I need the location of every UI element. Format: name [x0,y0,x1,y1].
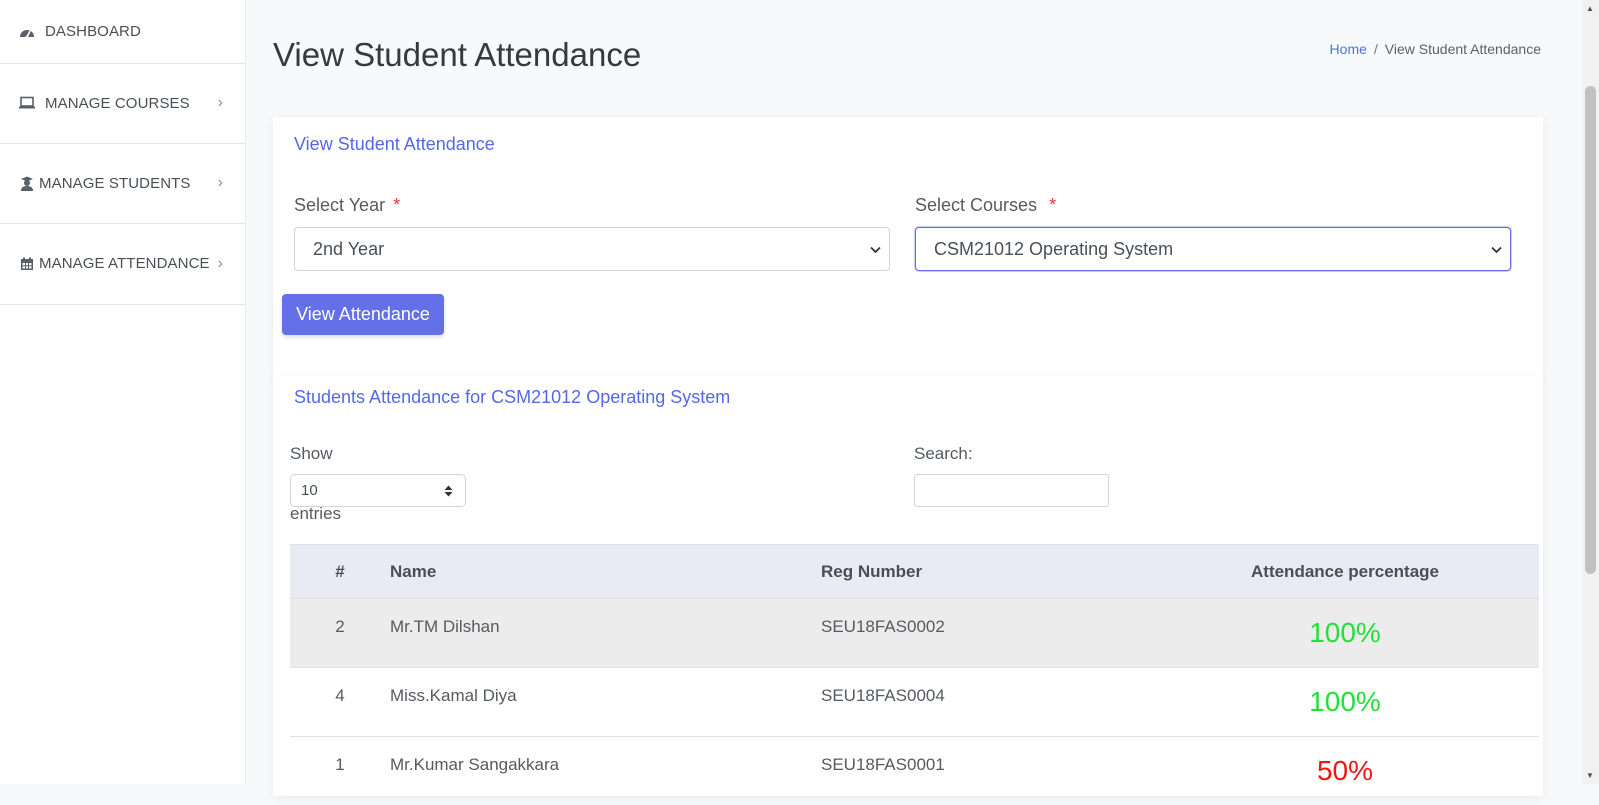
sidebar-item-label: MANAGE STUDENTS [39,175,191,192]
sidebar-item-label: DASHBOARD [45,23,141,40]
select-courses-value: CSM21012 Operating System [934,239,1173,260]
select-courses-dropdown[interactable]: CSM21012 Operating System [915,227,1511,271]
student-icon [18,175,36,191]
row-pct-cell: 100% [1151,599,1539,668]
sidebar-item-label: MANAGE ATTENDANCE [39,255,210,272]
entries-label: entries [290,504,341,524]
row-name-cell: Mr.Kumar Sangakkara [390,737,821,805]
chevron-right-icon: › [218,94,223,112]
scroll-up-icon[interactable]: ▲ [1586,4,1594,13]
show-label: Show [290,444,333,464]
row-name-cell: Miss.Kamal Diya [390,668,821,737]
row-reg: SEU18FAS0002 [821,599,1151,667]
select-year-label: Select Year * [294,195,400,216]
sort-updown-icon [444,485,453,497]
row-name: Miss.Kamal Diya [390,668,821,736]
row-pct-cell: 100% [1151,668,1539,737]
sidebar-item-dashboard[interactable]: DASHBOARD [0,0,245,64]
view-attendance-button[interactable]: View Attendance [282,294,444,335]
scroll-down-icon[interactable]: ▼ [1586,771,1594,780]
search-label: Search: [914,444,973,464]
row-reg-cell: SEU18FAS0004 [821,668,1151,737]
select-courses-label: Select Courses * [915,195,1056,216]
chevron-down-icon [870,242,881,257]
row-reg-cell: SEU18FAS0001 [821,737,1151,805]
sidebar: DASHBOARD MANAGE COURSES › MANAGE STUDEN… [0,0,246,784]
chevron-right-icon: › [218,255,223,273]
row-num-cell: 1 [290,737,390,805]
sidebar-item-label: MANAGE COURSES [45,95,190,112]
sidebar-item-manage-courses[interactable]: MANAGE COURSES › [0,63,245,144]
calendar-icon [18,256,36,272]
row-reg-cell: SEU18FAS0002 [821,599,1151,668]
results-card-title: Students Attendance for CSM21012 Operati… [294,387,730,408]
row-num: 2 [290,599,390,667]
column-header-name[interactable]: Name [390,545,821,599]
row-num-cell: 2 [290,599,390,668]
row-reg: SEU18FAS0004 [821,668,1151,736]
filter-card-title: View Student Attendance [294,134,495,155]
column-header-num[interactable]: # [290,545,390,599]
sidebar-item-manage-attendance[interactable]: MANAGE ATTENDANCE › [0,223,245,305]
table-row: 2 Mr.TM Dilshan SEU18FAS0002 100% [290,599,1539,668]
entries-length-select[interactable]: 10 [290,474,466,507]
attendance-percentage: 50% [1317,749,1373,787]
table-row: 1 Mr.Kumar Sangakkara SEU18FAS0001 50% [290,737,1539,805]
main-content: View Student Attendance Home / View Studen… [246,0,1599,784]
filter-card: View Student Attendance Select Year * 2nd… [273,117,1543,377]
row-num: 4 [290,668,390,736]
select-courses-label-text: Select Courses [915,195,1037,215]
row-reg: SEU18FAS0001 [821,737,1151,805]
row-pct-cell: 50% [1151,737,1539,805]
table-header-row: # Name Reg Number Attendance percentage [290,545,1539,599]
vertical-scrollbar[interactable]: ▲ ▼ [1582,0,1599,784]
breadcrumb-current: View Student Attendance [1385,41,1541,57]
laptop-icon [18,95,36,111]
row-name-cell: Mr.TM Dilshan [390,599,821,668]
page-title: View Student Attendance [273,36,641,74]
attendance-percentage: 100% [1309,680,1381,718]
select-year-value: 2nd Year [313,239,384,260]
select-year-label-text: Select Year [294,195,385,215]
attendance-percentage: 100% [1309,611,1381,649]
breadcrumb: Home / View Student Attendance [1330,41,1541,57]
dashboard-icon [18,24,36,40]
select-year-dropdown[interactable]: 2nd Year [294,227,890,271]
attendance-table: # Name Reg Number Attendance percentage … [290,544,1539,805]
row-name: Mr.Kumar Sangakkara [390,737,821,805]
search-input[interactable] [914,474,1109,507]
row-num-cell: 4 [290,668,390,737]
breadcrumb-separator: / [1374,41,1378,57]
column-header-reg-number[interactable]: Reg Number [821,545,1151,599]
scrollbar-thumb[interactable] [1585,86,1596,574]
breadcrumb-home-link[interactable]: Home [1330,41,1367,57]
table-row: 4 Miss.Kamal Diya SEU18FAS0004 100% [290,668,1539,737]
entries-length-value: 10 [301,482,318,499]
required-mark: * [393,195,400,215]
row-name: Mr.TM Dilshan [390,599,821,667]
sidebar-item-manage-students[interactable]: MANAGE STUDENTS › [0,143,245,224]
column-header-attendance[interactable]: Attendance percentage [1151,545,1539,599]
row-num: 1 [290,737,390,805]
results-card: Students Attendance for CSM21012 Operati… [273,376,1543,796]
chevron-right-icon: › [218,174,223,192]
chevron-down-icon [1491,242,1502,257]
required-mark: * [1049,195,1056,215]
